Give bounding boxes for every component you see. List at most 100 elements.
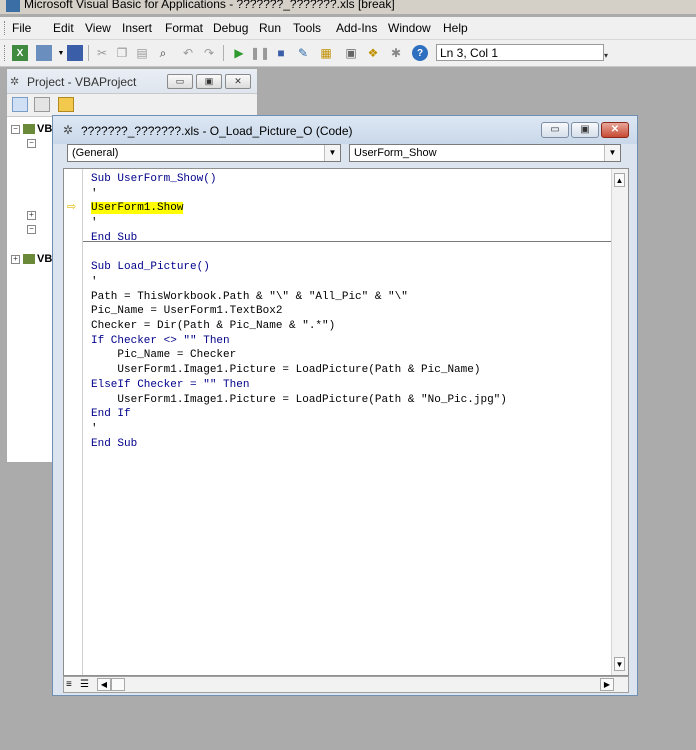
current-statement-highlight: UserForm1.Show — [91, 202, 184, 215]
maximize-button[interactable]: ▣ — [196, 74, 222, 89]
procedure-combo[interactable]: UserForm_Show ▼ — [349, 144, 621, 162]
project-title: Project - VBAProject — [27, 75, 137, 89]
menu-format[interactable]: Format — [165, 21, 203, 35]
code-text[interactable]: Sub UserForm_Show() ' UserForm1.Show ' E… — [91, 172, 611, 672]
code-window-title-bar[interactable]: ✲ ???????_???????.xls - O_Load_Picture_O… — [53, 116, 637, 144]
code-line: End Sub — [91, 231, 138, 244]
cut-icon[interactable]: ✂ — [94, 45, 110, 61]
project-explorer-icon[interactable]: ▦ — [318, 45, 334, 61]
scroll-up-icon[interactable]: ▲ — [614, 173, 625, 187]
vba-project-icon — [23, 254, 35, 265]
maximize-button[interactable]: ▣ — [571, 122, 599, 138]
toolbar-separator — [88, 45, 89, 61]
code-line: Pic_Name = UserForm1.TextBox2 — [91, 305, 283, 318]
expand-icon[interactable]: + — [27, 210, 36, 220]
execution-pointer-icon: ⇨ — [67, 201, 77, 213]
code-line: Sub Load_Picture() — [91, 261, 210, 274]
menu-view[interactable]: View — [85, 21, 111, 35]
close-button[interactable]: ✕ — [601, 122, 629, 138]
collapse-icon[interactable]: − — [11, 124, 20, 134]
tree-item-vbaproject[interactable]: + VB — [11, 253, 52, 265]
menu-window[interactable]: Window — [388, 21, 431, 35]
code-line: UserForm1.Image1.Picture = LoadPicture(P… — [91, 393, 507, 406]
run-icon[interactable]: ▶ — [231, 45, 247, 61]
toggle-folders-icon[interactable] — [58, 97, 74, 112]
paste-icon[interactable]: ▤ — [134, 45, 150, 61]
tree-item-folder[interactable]: − — [27, 223, 39, 235]
project-title-bar[interactable]: ✲ Project - VBAProject ▭ ▣ ✕ — [7, 69, 257, 94]
object-combo[interactable]: (General) ▼ — [67, 144, 341, 162]
toolbox-icon[interactable]: ✱ — [388, 45, 404, 61]
full-module-view-icon[interactable]: ☰ — [80, 679, 89, 690]
toolbar-grip[interactable] — [4, 45, 8, 61]
code-editor[interactable]: ⇨ Sub UserForm_Show() ' UserForm1.Show '… — [63, 168, 629, 676]
menu-help[interactable]: Help — [443, 21, 468, 35]
design-mode-icon[interactable]: ✎ — [295, 45, 311, 61]
help-icon[interactable]: ? — [412, 45, 428, 61]
minimize-button[interactable]: ▭ — [541, 122, 569, 138]
view-object-icon[interactable] — [34, 97, 50, 112]
chevron-down-icon[interactable]: ▼ — [324, 145, 340, 161]
chevron-down-icon[interactable]: ▼ — [604, 145, 620, 161]
collapse-icon[interactable]: − — [27, 138, 36, 148]
save-icon[interactable] — [67, 45, 83, 61]
tree-item-folder[interactable]: + — [27, 209, 39, 221]
code-window-title: ???????_???????.xls - O_Load_Picture_O (… — [81, 124, 353, 138]
tree-item-folder[interactable]: − — [27, 137, 39, 149]
break-icon[interactable]: ❚❚ — [250, 45, 270, 61]
project-toolbar — [7, 94, 257, 117]
indicator-margin[interactable]: ⇨ — [64, 169, 83, 675]
code-line: ' — [91, 275, 98, 288]
code-line: Checker = Dir(Path & Pic_Name & ".*") — [91, 320, 336, 332]
object-browser-icon[interactable]: ❖ — [365, 45, 381, 61]
menu-insert[interactable]: Insert — [122, 21, 152, 35]
code-line: ' — [91, 217, 98, 230]
code-line: UserForm1.Image1.Picture = LoadPicture(P… — [91, 364, 481, 377]
menu-grip[interactable] — [4, 21, 8, 35]
standard-toolbar: X ▼ ✂ ❐ ▤ ⌕ ↶ ↷ ▶ ❚❚ ■ ✎ ▦ ▣ ❖ ✱ ? Ln 3,… — [0, 40, 696, 67]
menu-edit[interactable]: Edit — [53, 21, 74, 35]
view-code-icon[interactable] — [12, 97, 28, 112]
scroll-down-icon[interactable]: ▼ — [614, 657, 625, 671]
menu-file[interactable]: File — [12, 21, 31, 35]
project-icon: ✲ — [10, 76, 20, 88]
menu-tools[interactable]: Tools — [293, 21, 321, 35]
code-line: ElseIf Checker = "" Then — [91, 378, 250, 391]
scroll-left-icon[interactable]: ◀ — [97, 678, 111, 691]
toolbar-options-icon[interactable]: ▾ — [604, 44, 612, 61]
scroll-right-icon[interactable]: ▶ — [600, 678, 614, 691]
copy-icon[interactable]: ❐ — [114, 45, 130, 61]
menu-debug[interactable]: Debug — [213, 21, 248, 35]
app-title-bar: Microsoft Visual Basic for Applications … — [0, 0, 696, 14]
redo-icon[interactable]: ↷ — [201, 45, 217, 61]
menu-run[interactable]: Run — [259, 21, 281, 35]
scroll-thumb[interactable] — [111, 678, 125, 691]
undo-icon[interactable]: ↶ — [180, 45, 196, 61]
code-line: End Sub — [91, 437, 138, 450]
code-line: If Checker <> "" Then — [91, 334, 230, 347]
view-toggle-group: ≡ ☰ — [64, 678, 94, 692]
code-line: ' — [91, 422, 98, 435]
insert-userform-icon[interactable] — [36, 45, 52, 61]
properties-window-icon[interactable]: ▣ — [343, 45, 359, 61]
module-icon: ✲ — [63, 123, 74, 137]
procedure-view-icon[interactable]: ≡ — [66, 679, 72, 690]
vertical-scrollbar[interactable]: ▲ ▼ — [611, 169, 628, 675]
toolbar-separator — [223, 45, 224, 61]
menu-add-ins[interactable]: Add-Ins — [336, 21, 377, 35]
collapse-icon[interactable]: − — [27, 224, 36, 234]
code-line: Path = ThisWorkbook.Path & "\" & "All_Pi… — [91, 290, 408, 303]
close-button[interactable]: ✕ — [225, 74, 251, 89]
reset-icon[interactable]: ■ — [273, 45, 289, 61]
find-icon[interactable]: ⌕ — [155, 45, 171, 61]
tree-item-vbaproject[interactable]: − VB — [11, 123, 52, 135]
code-line: End If — [91, 408, 131, 421]
excel-icon[interactable]: X — [12, 45, 28, 61]
code-line: Pic_Name = Checker — [91, 349, 237, 362]
menu-bar: File Edit View Insert Format Debug Run T… — [0, 17, 696, 40]
vba-app-icon — [6, 0, 20, 12]
minimize-button[interactable]: ▭ — [167, 74, 193, 89]
code-window: ✲ ???????_???????.xls - O_Load_Picture_O… — [52, 115, 638, 696]
expand-icon[interactable]: + — [11, 254, 20, 264]
code-line: Sub UserForm_Show() — [91, 173, 217, 185]
